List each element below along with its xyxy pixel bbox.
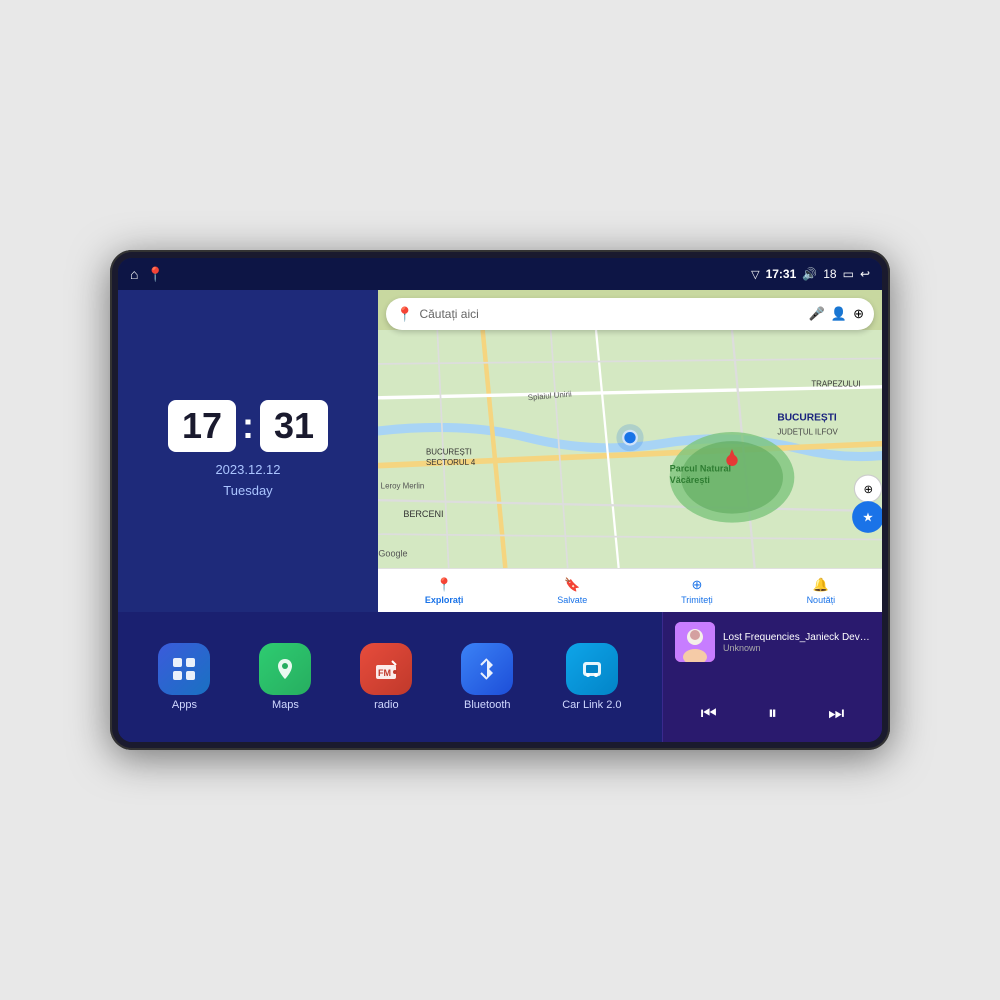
radio-svg-icon: FM: [372, 655, 400, 683]
map-nav-explore[interactable]: 📍 Explorați: [425, 577, 464, 605]
app-item-carlink[interactable]: Car Link 2.0: [562, 643, 621, 711]
maps-nav-icon[interactable]: 📍: [146, 266, 163, 283]
music-artist: Unknown: [723, 643, 870, 653]
svg-text:BUCUREȘTI: BUCUREȘTI: [426, 448, 472, 457]
svg-text:Văcărești: Văcărești: [670, 475, 710, 485]
layer-icon[interactable]: ⊕: [853, 306, 864, 322]
music-controls: ⏮ ⏸ ⏭: [675, 695, 870, 732]
map-nav-news[interactable]: 🔔 Noutăți: [807, 577, 836, 605]
app-item-bluetooth[interactable]: Bluetooth: [461, 643, 513, 711]
status-bar: ⌂ 📍 ▽ 17:31 🔊 18 ▭ ↩: [118, 258, 882, 290]
bottom-section: Apps Maps: [118, 612, 882, 742]
top-section: 17 : 31 2023.12.12 Tuesday 📍 Căutați aic…: [118, 290, 882, 612]
svg-text:JUDEȚUL ILFOV: JUDEȚUL ILFOV: [777, 427, 838, 436]
radio-app-icon: FM: [360, 643, 412, 695]
apps-row: Apps Maps: [118, 612, 662, 742]
map-search-text: Căutați aici: [419, 307, 802, 321]
map-nav-saved[interactable]: 🔖 Salvate: [557, 577, 587, 605]
bluetooth-label: Bluetooth: [464, 699, 510, 711]
svg-text:BERCENI: BERCENI: [403, 509, 443, 519]
prev-button[interactable]: ⏮: [697, 699, 721, 728]
map-svg: Parcul Natural Văcărești BUCUREȘTI JUDEȚ…: [378, 330, 882, 568]
svg-text:TRAPEZULUI: TRAPEZULUI: [811, 380, 860, 389]
svg-text:FM: FM: [378, 668, 391, 678]
back-icon[interactable]: ↩: [860, 267, 870, 281]
map-search-icons: 🎤 👤 ⊕: [809, 306, 864, 322]
status-time: 17:31: [766, 267, 797, 281]
bluetooth-app-icon: [461, 643, 513, 695]
map-nav-send[interactable]: ⊕ Trimiteți: [681, 577, 713, 605]
explore-icon: 📍: [436, 577, 452, 593]
signal-icon: ▽: [751, 268, 759, 281]
clock-minute: 31: [260, 400, 328, 452]
saved-label: Salvate: [557, 595, 587, 605]
carlink-svg-icon: [578, 655, 606, 683]
clock-hour: 17: [168, 400, 236, 452]
music-thumbnail: [675, 622, 715, 662]
clock-colon: :: [242, 405, 254, 447]
app-item-apps[interactable]: Apps: [158, 643, 210, 711]
status-left-nav: ⌂ 📍: [130, 266, 164, 283]
home-icon[interactable]: ⌂: [130, 266, 138, 282]
svg-text:⊕: ⊕: [863, 484, 873, 496]
saved-icon: 🔖: [564, 577, 580, 593]
apps-grid-icon: [170, 655, 198, 683]
clock-widget: 17 : 31 2023.12.12 Tuesday: [118, 290, 378, 612]
map-widget: 📍 Căutați aici 🎤 👤 ⊕: [378, 290, 882, 612]
radio-label: radio: [374, 699, 398, 711]
volume-level: 18: [823, 267, 836, 281]
news-icon: 🔔: [813, 577, 829, 593]
apps-label: Apps: [172, 699, 197, 711]
svg-text:Leroy Merlin: Leroy Merlin: [381, 482, 425, 491]
music-text: Lost Frequencies_Janieck Devy-... Unknow…: [723, 632, 870, 653]
carlink-label: Car Link 2.0: [562, 699, 621, 711]
clock-display: 17 : 31: [168, 400, 328, 452]
bluetooth-svg-icon: [473, 655, 501, 683]
music-thumb-image: [675, 622, 715, 662]
send-label: Trimiteți: [681, 595, 713, 605]
map-background: Parcul Natural Văcărești BUCUREȘTI JUDEȚ…: [378, 330, 882, 568]
carlink-app-icon: [566, 643, 618, 695]
music-player: Lost Frequencies_Janieck Devy-... Unknow…: [662, 612, 882, 742]
status-right-info: ▽ 17:31 🔊 18 ▭ ↩: [751, 267, 870, 281]
mic-icon[interactable]: 🎤: [809, 306, 825, 322]
maps-pin-icon: [271, 655, 299, 683]
maps-label: Maps: [272, 699, 299, 711]
map-bottom-nav: 📍 Explorați 🔖 Salvate ⊕ Trimiteți 🔔: [378, 568, 882, 612]
music-info-row: Lost Frequencies_Janieck Devy-... Unknow…: [675, 622, 870, 662]
app-item-radio[interactable]: FM radio: [360, 643, 412, 711]
apps-icon: [158, 643, 210, 695]
svg-text:BUCUREȘTI: BUCUREȘTI: [777, 413, 837, 424]
user-icon[interactable]: 👤: [831, 306, 847, 322]
clock-date: 2023.12.12 Tuesday: [215, 460, 280, 502]
music-title: Lost Frequencies_Janieck Devy-...: [723, 632, 870, 643]
next-button[interactable]: ⏭: [824, 699, 848, 728]
device-screen: ⌂ 📍 ▽ 17:31 🔊 18 ▭ ↩ 17 :: [118, 258, 882, 742]
volume-icon: 🔊: [802, 267, 817, 281]
explore-label: Explorați: [425, 595, 464, 605]
battery-icon: ▭: [843, 267, 854, 281]
car-display-device: ⌂ 📍 ▽ 17:31 🔊 18 ▭ ↩ 17 :: [110, 250, 890, 750]
svg-text:★: ★: [862, 511, 873, 525]
svg-text:Parcul Natural: Parcul Natural: [670, 464, 731, 474]
svg-text:SECTORUL 4: SECTORUL 4: [426, 458, 476, 467]
album-art: [675, 622, 715, 662]
app-item-maps[interactable]: Maps: [259, 643, 311, 711]
map-pin-icon: 📍: [396, 306, 413, 323]
svg-text:Google: Google: [378, 549, 407, 559]
play-pause-button[interactable]: ⏸: [764, 699, 781, 728]
map-search-bar[interactable]: 📍 Căutați aici 🎤 👤 ⊕: [386, 298, 874, 330]
maps-app-icon: [259, 643, 311, 695]
news-label: Noutăți: [807, 595, 836, 605]
main-content: 17 : 31 2023.12.12 Tuesday 📍 Căutați aic…: [118, 290, 882, 742]
send-icon: ⊕: [691, 577, 702, 593]
